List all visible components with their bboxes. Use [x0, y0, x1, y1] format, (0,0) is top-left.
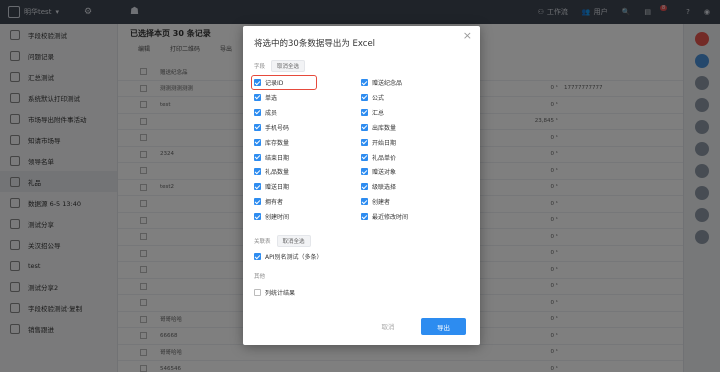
- option-label: API别名测试（多条）: [265, 254, 323, 261]
- option-label: 赠送对象: [372, 169, 397, 177]
- option-label: 出库数量: [372, 124, 397, 132]
- checkbox[interactable]: [361, 108, 368, 116]
- option-label: 礼品单价: [372, 154, 397, 162]
- fields-cancel-all-button[interactable]: 取消全选: [271, 60, 306, 72]
- checkbox[interactable]: [361, 138, 368, 146]
- checkbox[interactable]: [254, 198, 261, 206]
- checkbox[interactable]: [361, 183, 368, 191]
- related-cancel-all-button[interactable]: 取消全选: [276, 235, 311, 247]
- checkbox[interactable]: [254, 108, 261, 116]
- checkbox[interactable]: [361, 123, 368, 131]
- field-option[interactable]: 公式: [361, 93, 384, 102]
- checkbox[interactable]: [254, 289, 261, 296]
- field-option[interactable]: 出库数量: [361, 123, 396, 132]
- option-label: 手机号码: [265, 124, 290, 132]
- checkbox[interactable]: [254, 253, 261, 260]
- option-label: 拥有者: [265, 199, 284, 207]
- modal-title: 将选中的30条数据导出为 Excel: [254, 39, 376, 49]
- checkbox[interactable]: [254, 153, 261, 161]
- field-option[interactable]: API别名测试（多条）: [254, 252, 323, 261]
- option-label: 记录ID: [265, 80, 284, 87]
- field-option[interactable]: 开始日期: [361, 138, 396, 147]
- option-label: 创建者: [372, 199, 391, 207]
- checkbox[interactable]: [254, 183, 261, 191]
- option-label: 最近修改时间: [372, 214, 409, 222]
- checkbox[interactable]: [254, 213, 261, 221]
- checkbox[interactable]: [254, 123, 261, 131]
- option-label: 库存数量: [265, 139, 290, 147]
- field-option[interactable]: 创建时间: [254, 212, 289, 221]
- export-modal: 将选中的30条数据导出为 Excel × 字段 取消全选 关联表 取消全选 其他…: [243, 26, 480, 345]
- field-option[interactable]: 级联选择: [361, 182, 396, 191]
- related-section-header: 关联表 取消全选: [254, 235, 311, 247]
- field-option[interactable]: 礼品数量: [254, 167, 289, 176]
- field-option[interactable]: 礼品单价: [361, 153, 396, 162]
- option-label: 列统计结果: [265, 290, 296, 297]
- option-label: 单选: [265, 94, 278, 102]
- field-option[interactable]: 记录ID: [254, 78, 283, 87]
- field-option[interactable]: 汇总: [361, 108, 384, 117]
- cancel-button[interactable]: 取消: [373, 318, 403, 334]
- field-option[interactable]: 库存数量: [254, 138, 289, 147]
- option-label: 公式: [372, 94, 385, 102]
- checkbox[interactable]: [254, 168, 261, 176]
- option-label: 成员: [265, 109, 278, 117]
- checkbox[interactable]: [361, 153, 368, 161]
- checkbox[interactable]: [361, 198, 368, 206]
- checkbox[interactable]: [361, 79, 368, 86]
- checkbox[interactable]: [254, 138, 261, 146]
- app-root: 明华test ▾ ⚙ ☗ ⚇ 工作流 👥 用户 🔍 ▤ 8 ? ◉ 字段校验测试…: [0, 0, 720, 372]
- checkbox[interactable]: [361, 168, 368, 176]
- checkbox[interactable]: [361, 93, 368, 101]
- related-label: 关联表: [254, 239, 271, 245]
- option-label: 礼品数量: [265, 169, 290, 177]
- fields-label: 字段: [254, 64, 266, 70]
- field-option[interactable]: 单选: [254, 93, 277, 102]
- field-option[interactable]: 创建者: [361, 197, 390, 206]
- field-option[interactable]: 列统计结果: [254, 288, 295, 297]
- field-option[interactable]: 赠送对象: [361, 167, 396, 176]
- field-option[interactable]: 最近修改时间: [361, 212, 408, 221]
- field-option[interactable]: 手机号码: [254, 123, 289, 132]
- option-label: 汇总: [372, 109, 385, 117]
- option-label: 级联选择: [372, 184, 397, 192]
- option-label: 赠送纪念品: [372, 80, 403, 87]
- checkbox[interactable]: [254, 93, 261, 101]
- field-option[interactable]: 赠送日期: [254, 182, 289, 191]
- other-label: 其他: [254, 274, 266, 280]
- other-section-header: 其他: [254, 272, 265, 280]
- fields-section-header: 字段 取消全选: [254, 60, 306, 72]
- field-option[interactable]: 结束日期: [254, 153, 289, 162]
- option-label: 赠送日期: [265, 184, 290, 192]
- checkbox[interactable]: [254, 79, 261, 86]
- option-label: 结束日期: [265, 154, 290, 162]
- field-option[interactable]: 成员: [254, 108, 277, 117]
- option-label: 开始日期: [372, 139, 397, 147]
- option-label: 创建时间: [265, 214, 290, 222]
- export-confirm-button[interactable]: 导出: [421, 318, 466, 335]
- close-icon[interactable]: ×: [463, 29, 472, 42]
- field-option[interactable]: 赠送纪念品: [361, 78, 402, 87]
- checkbox[interactable]: [361, 213, 368, 221]
- field-option[interactable]: 拥有者: [254, 197, 283, 206]
